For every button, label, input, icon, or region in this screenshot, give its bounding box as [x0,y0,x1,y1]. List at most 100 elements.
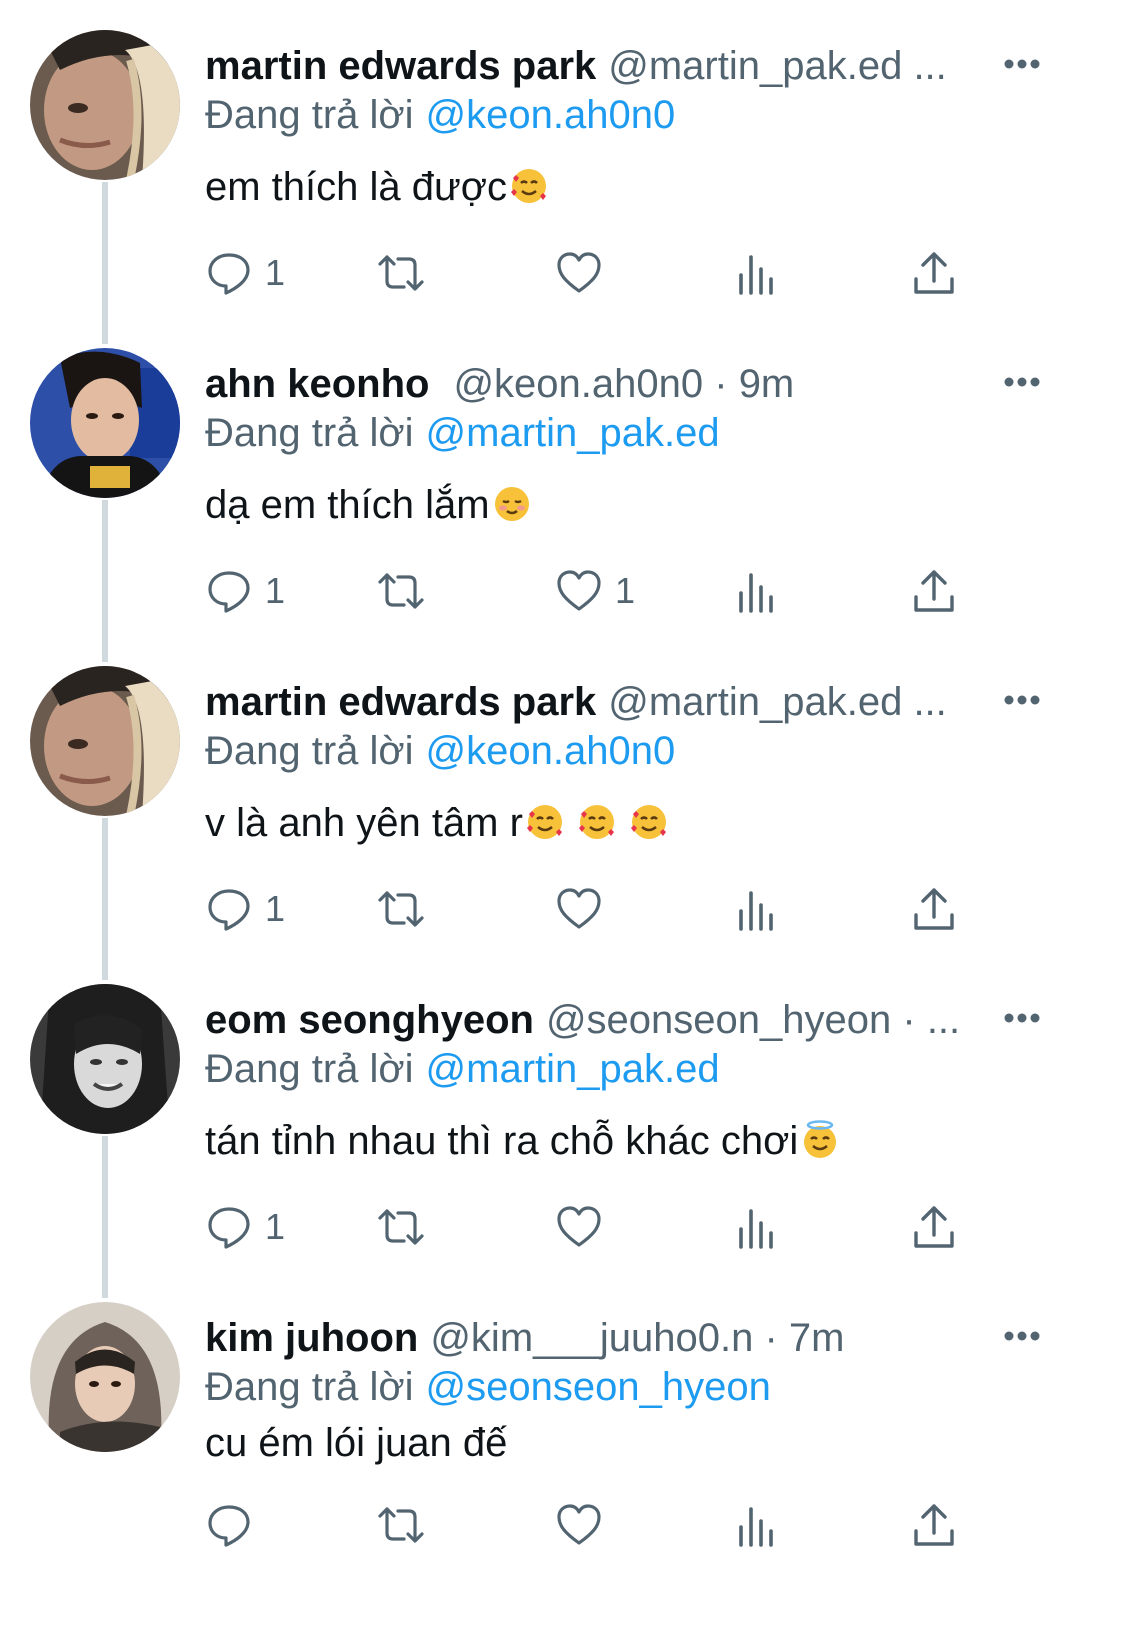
like-icon [557,570,601,611]
reply-button[interactable]: 1 [205,1202,285,1252]
reply-thread: martin edwards park @martin_pak.ed ... Đa… [0,0,1125,1629]
reply-icon [208,1207,250,1249]
share-icon [914,888,954,930]
share-button[interactable] [910,1202,958,1252]
reply-count: 1 [265,252,286,293]
user-handle[interactable]: @martin_pak.ed ... [608,680,947,724]
tweet[interactable]: martin edwards park @martin_pak.ed ... Đa… [0,666,1125,966]
tweet-text: tán tỉnh nhau thì ra chỗ khác chơi [205,1114,840,1168]
smiling-face-with-halo-icon [804,1120,837,1158]
retweet-button[interactable] [377,1500,425,1550]
user-handle[interactable]: @kim___juuho0.n · 7m [430,1316,844,1360]
avatar[interactable] [30,666,180,816]
avatar[interactable] [30,348,180,498]
share-icon [914,570,954,612]
views-icon [739,255,773,295]
avatar[interactable] [30,1302,180,1452]
share-icon [914,252,954,294]
share-icon [914,1206,954,1248]
like-button[interactable] [555,884,615,934]
share-button[interactable] [910,884,958,934]
reply-button[interactable]: 1 [205,566,285,616]
smiling-face-icon [494,487,529,521]
display-name[interactable]: kim juhoon [205,1316,418,1360]
tweet-text-content: v là anh yên tâm r [205,801,523,845]
mention-link[interactable]: @martin_pak.ed [426,1047,720,1091]
replying-label: Đang trả lời [205,411,414,455]
views-button[interactable] [733,1202,781,1252]
reply-count: 1 [265,1206,286,1247]
avatar[interactable] [30,30,180,180]
action-bar: 1 1 [205,566,985,616]
tweet-header: ahn keonho @keon.ah0n0 · 9m [205,356,1025,412]
display-name[interactable]: eom seonghyeon [205,998,534,1042]
views-button[interactable] [733,566,781,616]
replying-label: Đang trả lời [205,93,414,137]
views-icon [739,891,773,931]
display-name[interactable]: ahn keonho [205,362,429,406]
retweet-button[interactable] [377,1202,425,1252]
mention-link[interactable]: @seonseon_hyeon [426,1365,771,1409]
share-button[interactable] [910,248,958,298]
replying-label: Đang trả lời [205,1365,414,1409]
retweet-icon [378,255,424,291]
tweet-text-content: cu ém lói juan đế [205,1421,508,1465]
share-button[interactable] [910,566,958,616]
more-icon[interactable] [1003,376,1041,388]
retweet-button[interactable] [377,566,425,616]
like-button[interactable]: 1 [555,566,635,616]
smiling-face-with-hearts-icon [526,805,562,839]
retweet-icon [378,573,424,609]
more-icon[interactable] [1003,58,1041,70]
retweet-icon [378,1209,424,1245]
retweet-button[interactable] [377,248,425,298]
reply-button[interactable] [205,1500,265,1550]
views-button[interactable] [733,884,781,934]
views-icon [739,573,773,613]
reply-count: 1 [265,888,286,929]
mention-link[interactable]: @martin_pak.ed [426,411,720,455]
retweet-button[interactable] [377,884,425,934]
tweet-text-content: em thích là được [205,165,508,209]
reply-count: 1 [265,570,286,611]
like-button[interactable] [555,1500,615,1550]
like-button[interactable] [555,248,615,298]
reply-button[interactable]: 1 [205,884,285,934]
tweet[interactable]: kim juhoon @kim___juuho0.n · 7m Đang trả … [0,1302,1125,1622]
user-handle[interactable]: @seonseon_hyeon · ... [546,998,960,1042]
retweet-icon [378,891,424,927]
display-name[interactable]: martin edwards park [205,680,596,724]
user-handle[interactable]: @martin_pak.ed ... [608,44,947,88]
replying-to: Đang trả lời @keon.ah0n0 [205,88,675,142]
views-button[interactable] [733,248,781,298]
smiling-face-with-hearts-icon [511,169,547,203]
replying-to: Đang trả lời @martin_pak.ed [205,406,720,460]
like-button[interactable] [555,1202,615,1252]
reply-icon [208,889,250,931]
replying-to: Đang trả lời @martin_pak.ed [205,1042,720,1096]
share-button[interactable] [910,1500,958,1550]
avatar[interactable] [30,984,180,1134]
tweet[interactable]: ahn keonho @keon.ah0n0 · 9m Đang trả lời @… [0,348,1125,648]
mention-link[interactable]: @keon.ah0n0 [426,93,676,137]
more-icon[interactable] [1003,694,1041,706]
like-icon [557,252,601,293]
display-name[interactable]: martin edwards park [205,44,596,88]
action-bar [205,1500,985,1550]
views-button[interactable] [733,1500,781,1550]
mention-link[interactable]: @keon.ah0n0 [426,729,676,773]
more-icon[interactable] [1003,1012,1041,1024]
action-bar: 1 [205,884,985,934]
user-handle[interactable]: @keon.ah0n0 · 9m [453,362,794,406]
reply-icon [208,571,250,613]
tweet[interactable]: eom seonghyeon @seonseon_hyeon · ... Đang… [0,984,1125,1284]
tweet-text-content: tán tỉnh nhau thì ra chỗ khác chơi [205,1119,799,1163]
more-icon[interactable] [1003,1330,1041,1342]
replying-label: Đang trả lời [205,729,414,773]
tweet[interactable]: martin edwards park @martin_pak.ed ... Đa… [0,30,1125,330]
replying-label: Đang trả lời [205,1047,414,1091]
tweet-text: cu ém lói juan đế [205,1416,507,1470]
reply-button[interactable]: 1 [205,248,285,298]
views-icon [739,1507,773,1547]
tweet-header: martin edwards park @martin_pak.ed ... [205,674,1025,730]
